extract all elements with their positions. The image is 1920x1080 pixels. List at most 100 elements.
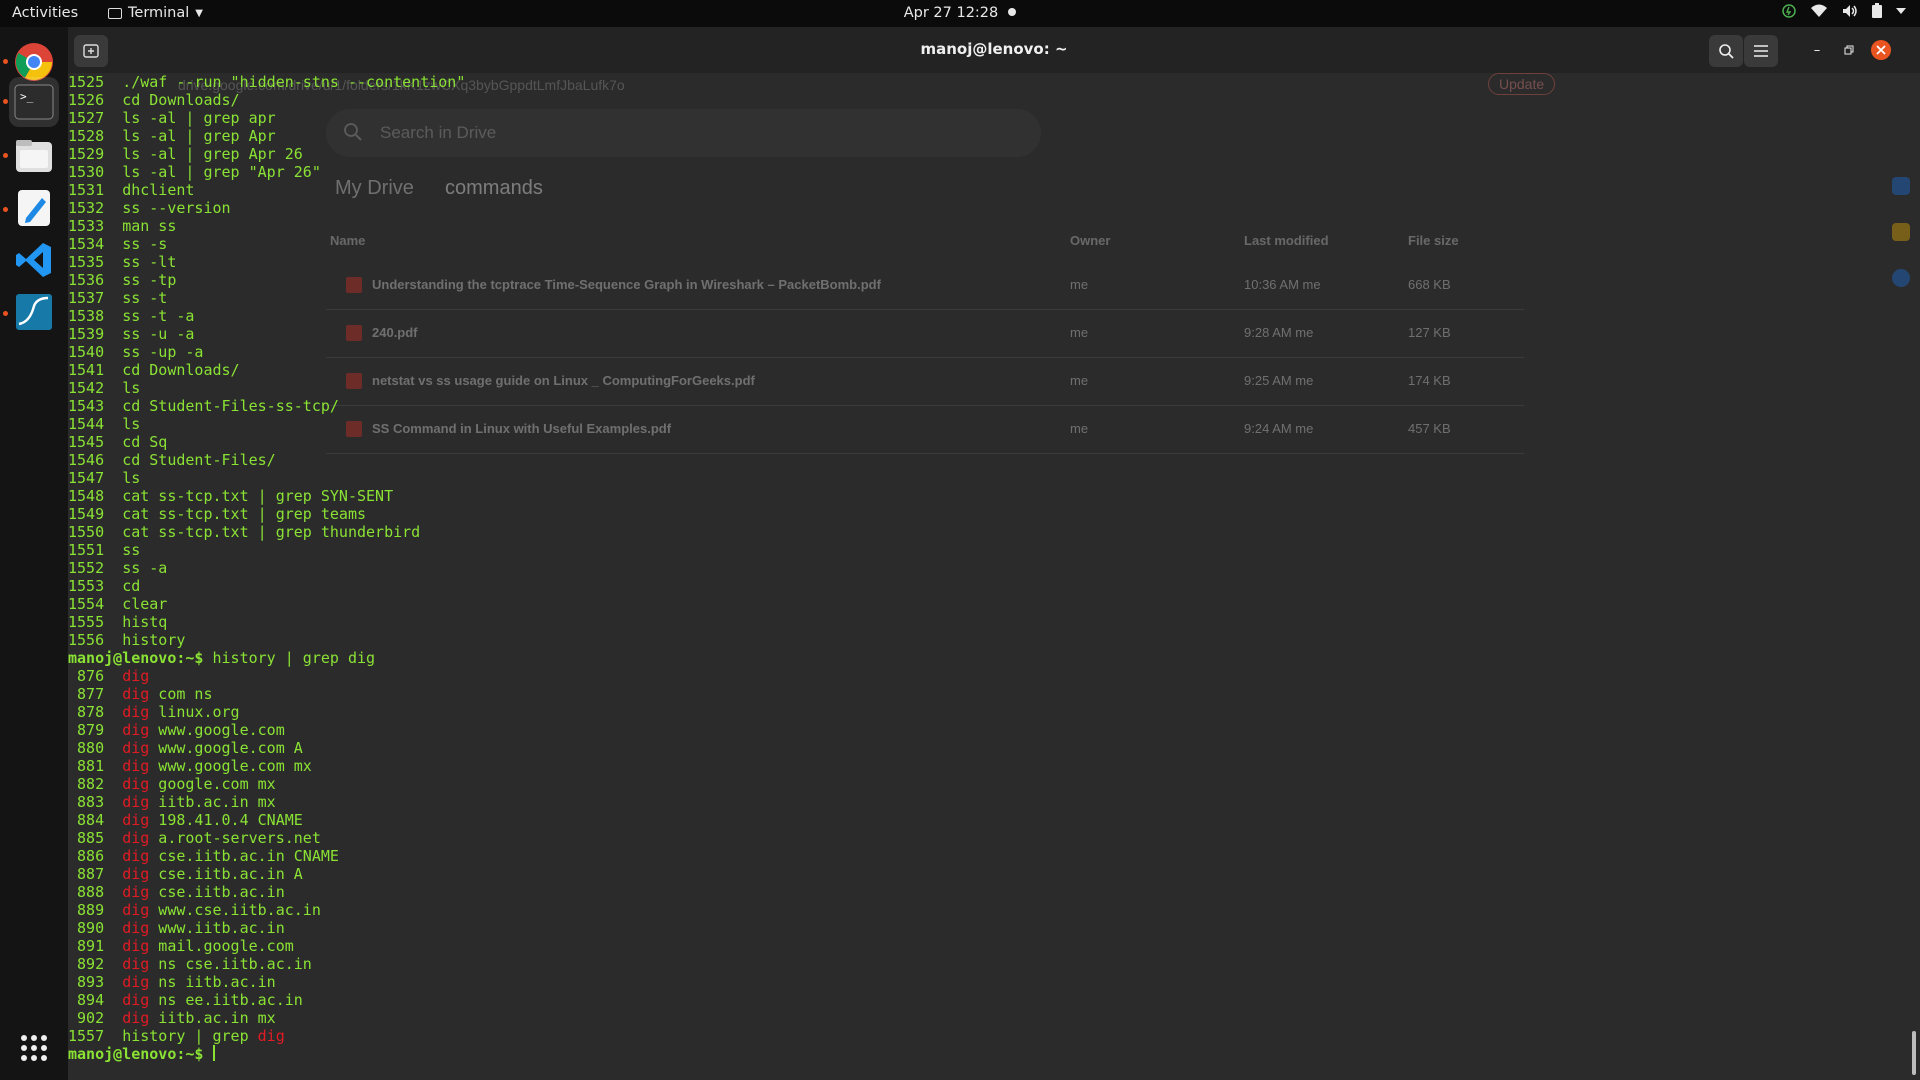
grep-rest: mail.google.com bbox=[149, 937, 294, 955]
grep-result-line: 877 dig com ns bbox=[68, 685, 1848, 703]
terminal-icon[interactable]: >_ bbox=[9, 77, 59, 127]
history-command: ls -al | grep apr bbox=[122, 109, 276, 127]
grep-result-line: 890 dig www.iitb.ac.in bbox=[68, 919, 1848, 937]
history-line: 1556 history bbox=[68, 631, 1848, 649]
history-number: 1546 bbox=[68, 451, 105, 469]
grep-match: dig bbox=[257, 1027, 285, 1045]
history-number: 882 bbox=[68, 775, 105, 793]
history-command: clear bbox=[122, 595, 168, 613]
history-number: 1531 bbox=[68, 181, 105, 199]
wifi-icon bbox=[1811, 4, 1827, 17]
grep-result-line: 883 dig iitb.ac.in mx bbox=[68, 793, 1848, 811]
history-line: 1552 ss -a bbox=[68, 559, 1848, 577]
history-number: 1547 bbox=[68, 469, 105, 487]
history-command: ls -al | grep Apr bbox=[122, 127, 276, 145]
grep-match: dig bbox=[122, 793, 150, 811]
system-tray[interactable] bbox=[1782, 3, 1906, 18]
text-editor-icon[interactable] bbox=[9, 183, 59, 233]
grep-rest: ns iitb.ac.in bbox=[149, 973, 276, 991]
grep-match: dig bbox=[122, 937, 150, 955]
history-line: 1537 ss -t bbox=[68, 289, 1848, 307]
dock: >_ bbox=[0, 27, 68, 1080]
grep-rest: com ns bbox=[149, 685, 213, 703]
minimize-button[interactable]: – bbox=[1807, 40, 1827, 60]
history-command: cd Downloads/ bbox=[122, 361, 240, 379]
grep-result-line: 886 dig cse.iitb.ac.in CNAME bbox=[68, 847, 1848, 865]
history-number: 880 bbox=[68, 739, 105, 757]
history-command: cd Sq bbox=[122, 433, 168, 451]
grep-rest: ns cse.iitb.ac.in bbox=[149, 955, 312, 973]
history-command: ss -tp bbox=[122, 271, 177, 289]
history-number: 877 bbox=[68, 685, 105, 703]
terminal-scrollbar[interactable] bbox=[1912, 1031, 1916, 1075]
history-command: history | grep bbox=[122, 1027, 258, 1045]
grep-match: dig bbox=[122, 883, 150, 901]
history-command: ss -up -a bbox=[122, 343, 204, 361]
grep-rest: cse.iitb.ac.in A bbox=[149, 865, 303, 883]
history-number: 1556 bbox=[68, 631, 105, 649]
history-command: dhclient bbox=[122, 181, 195, 199]
clock[interactable]: Apr 27 12:28 bbox=[0, 5, 1920, 21]
grep-result-line: 876 dig bbox=[68, 667, 1848, 685]
grep-result-line: 880 dig www.google.com A bbox=[68, 739, 1848, 757]
history-command: cat ss-tcp.txt | grep thunderbird bbox=[122, 523, 421, 541]
history-line: 1554 clear bbox=[68, 595, 1848, 613]
text-cursor[interactable] bbox=[212, 1045, 215, 1061]
grep-rest: www.iitb.ac.in bbox=[149, 919, 285, 937]
terminal-output[interactable]: 1525 ./waf --run "hidden-stns --contenti… bbox=[68, 73, 1848, 1063]
grep-match: dig bbox=[122, 901, 150, 919]
vscode-icon[interactable] bbox=[9, 235, 59, 285]
show-applications-icon[interactable] bbox=[9, 1023, 59, 1073]
history-number: 881 bbox=[68, 757, 105, 775]
history-command: ss -u -a bbox=[122, 325, 195, 343]
history-command: cd bbox=[122, 577, 141, 595]
close-button[interactable] bbox=[1871, 40, 1891, 60]
files-icon[interactable] bbox=[9, 131, 59, 181]
svg-text:>_: >_ bbox=[20, 90, 34, 103]
title-bar[interactable]: manoj@lenovo: ~ – bbox=[68, 27, 1920, 73]
history-command: ls bbox=[122, 379, 141, 397]
history-number: 885 bbox=[68, 829, 105, 847]
running-indicator bbox=[3, 153, 8, 158]
history-line: 1532 ss --version bbox=[68, 199, 1848, 217]
running-indicator bbox=[3, 99, 8, 104]
running-indicator bbox=[3, 59, 8, 64]
history-number: 1542 bbox=[68, 379, 105, 397]
wireshark-icon[interactable] bbox=[9, 287, 59, 337]
history-command: ls -al | grep Apr 26 bbox=[122, 145, 303, 163]
grep-match: dig bbox=[122, 973, 150, 991]
history-line: 1534 ss -s bbox=[68, 235, 1848, 253]
chevron-down-icon bbox=[1896, 7, 1906, 14]
history-number: 1534 bbox=[68, 235, 105, 253]
grep-match: dig bbox=[122, 667, 150, 685]
keep-icon bbox=[1892, 223, 1910, 241]
grep-result-line: 879 dig www.google.com bbox=[68, 721, 1848, 739]
grep-result-line: 892 dig ns cse.iitb.ac.in bbox=[68, 955, 1848, 973]
volume-icon bbox=[1843, 4, 1857, 17]
grep-match: dig bbox=[122, 919, 150, 937]
grep-rest: www.google.com bbox=[149, 721, 285, 739]
history-number: 1533 bbox=[68, 217, 105, 235]
history-line: 1555 histq bbox=[68, 613, 1848, 631]
history-number: 1530 bbox=[68, 163, 105, 181]
history-number: 1541 bbox=[68, 361, 105, 379]
history-command: ls -al | grep "Apr 26" bbox=[122, 163, 321, 181]
grep-rest: iitb.ac.in mx bbox=[149, 793, 276, 811]
history-line: 1526 cd Downloads/ bbox=[68, 91, 1848, 109]
history-number: 1551 bbox=[68, 541, 105, 559]
grep-rest: linux.org bbox=[149, 703, 240, 721]
maximize-button[interactable] bbox=[1839, 40, 1859, 60]
history-command: cd Student-Files-ss-tcp/ bbox=[122, 397, 339, 415]
search-button[interactable] bbox=[1709, 35, 1743, 67]
history-number: 1554 bbox=[68, 595, 105, 613]
history-number: 1539 bbox=[68, 325, 105, 343]
history-number: 1532 bbox=[68, 199, 105, 217]
running-indicator bbox=[3, 207, 8, 212]
grep-rest: www.cse.iitb.ac.in bbox=[149, 901, 321, 919]
history-command: ss -lt bbox=[122, 253, 177, 271]
history-line: 1549 cat ss-tcp.txt | grep teams bbox=[68, 505, 1848, 523]
history-line: 1538 ss -t -a bbox=[68, 307, 1848, 325]
grep-result-line: 884 dig 198.41.0.4 CNAME bbox=[68, 811, 1848, 829]
menu-button[interactable] bbox=[1744, 35, 1778, 67]
history-number: 876 bbox=[68, 667, 105, 685]
